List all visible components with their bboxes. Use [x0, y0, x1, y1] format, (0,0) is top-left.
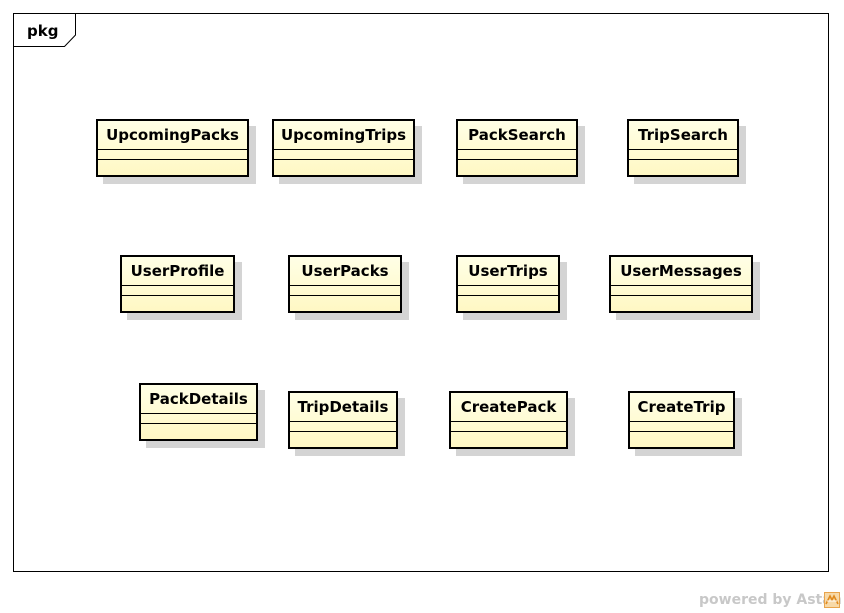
class-operations-compartment — [458, 160, 576, 174]
class-create-trip[interactable]: CreateTrip — [628, 391, 735, 449]
class-name: CreatePack — [451, 393, 566, 422]
class-name: UserPacks — [290, 257, 400, 286]
class-attributes-compartment — [98, 150, 247, 160]
class-operations-compartment — [122, 296, 233, 310]
class-attributes-compartment — [630, 422, 733, 432]
class-operations-compartment — [451, 432, 566, 446]
class-operations-compartment — [629, 160, 737, 174]
class-user-packs[interactable]: UserPacks — [288, 255, 402, 313]
class-name: UserMessages — [611, 257, 751, 286]
class-operations-compartment — [290, 432, 396, 446]
class-upcoming-packs[interactable]: UpcomingPacks — [96, 119, 249, 177]
class-operations-compartment — [98, 160, 247, 174]
class-name: TripDetails — [290, 393, 396, 422]
class-operations-compartment — [458, 296, 558, 310]
class-attributes-compartment — [611, 286, 751, 296]
class-name: UpcomingTrips — [274, 121, 413, 150]
class-create-pack[interactable]: CreatePack — [449, 391, 568, 449]
class-trip-search[interactable]: TripSearch — [627, 119, 739, 177]
class-name: PackDetails — [141, 385, 256, 414]
class-attributes-compartment — [290, 286, 400, 296]
class-attributes-compartment — [458, 286, 558, 296]
class-attributes-compartment — [274, 150, 413, 160]
class-pack-search[interactable]: PackSearch — [456, 119, 578, 177]
class-operations-compartment — [630, 432, 733, 446]
class-attributes-compartment — [451, 422, 566, 432]
class-pack-details[interactable]: PackDetails — [139, 383, 258, 441]
class-name: UserProfile — [122, 257, 233, 286]
class-name: UserTrips — [458, 257, 558, 286]
class-name: CreateTrip — [630, 393, 733, 422]
class-trip-details[interactable]: TripDetails — [288, 391, 398, 449]
powered-by-watermark: powered by Astah — [699, 592, 842, 608]
class-user-profile[interactable]: UserProfile — [120, 255, 235, 313]
class-attributes-compartment — [141, 414, 256, 424]
class-attributes-compartment — [458, 150, 576, 160]
class-operations-compartment — [611, 296, 751, 310]
class-attributes-compartment — [629, 150, 737, 160]
class-name: PackSearch — [458, 121, 576, 150]
class-attributes-compartment — [290, 422, 396, 432]
class-operations-compartment — [274, 160, 413, 174]
package-label: pkg — [27, 22, 59, 40]
class-operations-compartment — [290, 296, 400, 310]
class-operations-compartment — [141, 424, 256, 438]
class-name: UpcomingPacks — [98, 121, 247, 150]
astah-logo-icon — [824, 592, 840, 608]
class-upcoming-trips[interactable]: UpcomingTrips — [272, 119, 415, 177]
class-user-trips[interactable]: UserTrips — [456, 255, 560, 313]
class-name: TripSearch — [629, 121, 737, 150]
class-attributes-compartment — [122, 286, 233, 296]
class-user-messages[interactable]: UserMessages — [609, 255, 753, 313]
